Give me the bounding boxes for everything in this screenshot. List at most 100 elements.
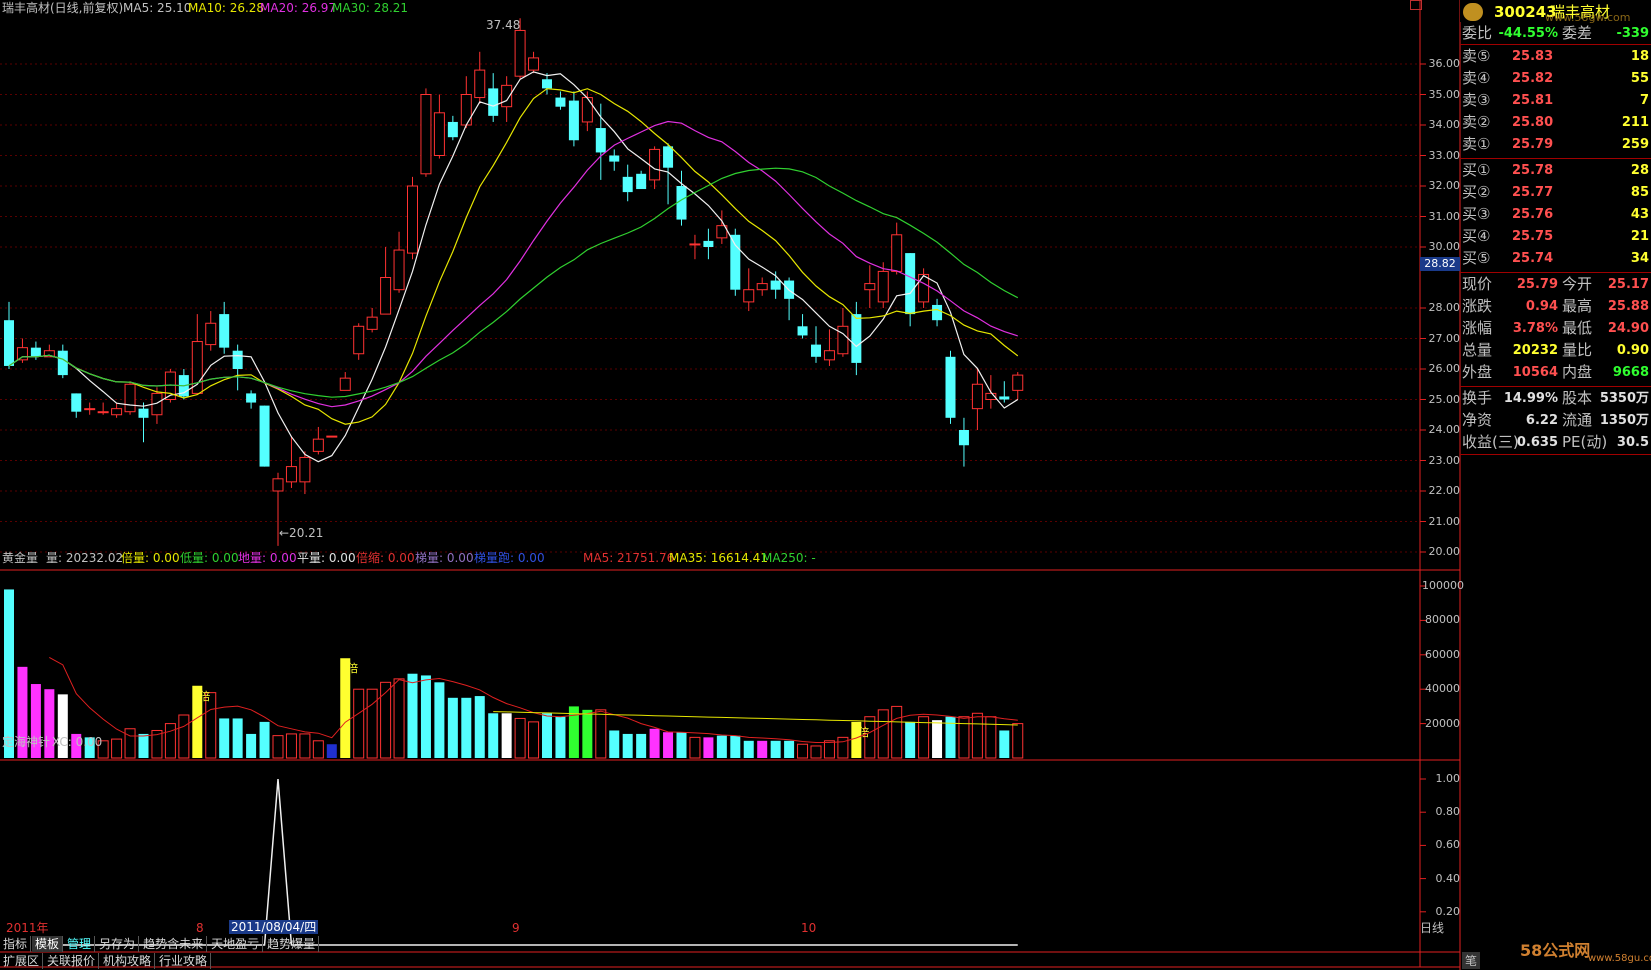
quote-divider xyxy=(1460,386,1651,387)
bid-label: 买⑤ xyxy=(1462,249,1491,267)
candle-body xyxy=(433,112,445,157)
price-tick-label: 30.00 xyxy=(1428,240,1461,253)
candle-body xyxy=(864,283,876,291)
bid-volume: 21 xyxy=(1630,229,1649,244)
ground-volume: 地量: 0.00 xyxy=(238,551,297,565)
ma5-label: MA5: 25.10 xyxy=(123,1,192,15)
pen-button[interactable]: 笔 xyxy=(1462,952,1481,969)
candle-body xyxy=(219,314,230,348)
volume-bar xyxy=(4,589,14,758)
candle-body xyxy=(891,234,903,272)
bid-price[interactable]: 25.78 xyxy=(1512,161,1553,180)
indicator-tick-label: 0.20 xyxy=(1435,904,1461,918)
candle-body xyxy=(514,29,526,77)
candle-body xyxy=(528,57,540,71)
ask-price[interactable]: 25.81 xyxy=(1512,91,1553,110)
volume-bar xyxy=(810,745,822,759)
bid-volume: 85 xyxy=(1630,185,1649,200)
candle-body xyxy=(339,377,351,391)
volume-bar xyxy=(823,740,835,759)
indicator-tick-label: 0.60 xyxy=(1435,838,1461,852)
tab-tabs_row1-5[interactable]: 天地盈亏 xyxy=(208,936,264,952)
ladder-run-volume: 梯量跑: 0.00 xyxy=(474,551,545,565)
volume-bar xyxy=(770,740,781,758)
volume-bar xyxy=(380,681,392,759)
ma30-label: MA30: 28.21 xyxy=(332,1,409,15)
window-toggle-icon[interactable] xyxy=(1410,0,1422,10)
tab-tabs_row1-1[interactable]: 模板 xyxy=(32,936,64,952)
candle-body xyxy=(945,356,956,418)
candle-body xyxy=(609,155,620,162)
price-tick-label: 21.00 xyxy=(1428,514,1461,528)
volume-bar xyxy=(649,728,660,758)
volume-bar xyxy=(353,688,365,759)
tab-tabs_row2-1[interactable]: 关联报价 xyxy=(44,953,100,969)
volume-bar xyxy=(891,705,903,759)
bid-price[interactable]: 25.77 xyxy=(1512,183,1553,202)
tab-tabs_row1-2[interactable]: 管理 xyxy=(64,936,96,952)
candle-body xyxy=(999,396,1010,400)
ask-label: 卖⑤ xyxy=(1462,47,1491,65)
candle-body xyxy=(918,273,930,303)
tab-tabs_row1-0[interactable]: 指标 xyxy=(0,936,32,952)
candle-body xyxy=(326,435,338,438)
chart-canvas[interactable]: 倍倍倍 xyxy=(0,0,1651,970)
price-tick-label: 24.00 xyxy=(1428,423,1461,436)
ma20-line xyxy=(8,120,1018,408)
tab-tabs_row1-3[interactable]: 另存为 xyxy=(96,936,140,952)
volume-tick-label: 100000 xyxy=(1422,579,1464,592)
volume-bar xyxy=(595,709,607,759)
stat-row-label1: 外盘 xyxy=(1462,363,1493,381)
candle-body xyxy=(111,408,123,416)
candle-body xyxy=(971,383,983,410)
candle-body xyxy=(312,438,324,452)
candle-body xyxy=(823,350,835,361)
volume-indicator-name: 黄金量 xyxy=(2,551,39,565)
ask-volume: 259 xyxy=(1621,137,1649,152)
stat-row-label2: 最低 xyxy=(1562,319,1593,337)
volume-bar xyxy=(555,716,566,758)
candle-body xyxy=(57,350,68,376)
candle-body xyxy=(851,314,862,363)
date-month-10: 10 xyxy=(801,921,817,935)
tab-tabs_row1-6[interactable]: 趋势爆量 xyxy=(264,936,320,952)
bid-price[interactable]: 25.74 xyxy=(1512,249,1553,268)
tab-tabs_row2-3[interactable]: 行业攻略 xyxy=(156,953,212,969)
tab-tabs_row1-4[interactable]: 趋势含未来 xyxy=(140,936,208,952)
volume-bar xyxy=(366,688,378,759)
volume-bar xyxy=(326,744,337,758)
info-label2: 股本 xyxy=(1562,389,1593,407)
tab-tabs_row2-2[interactable]: 机构攻略 xyxy=(100,953,156,969)
candle-body xyxy=(488,88,499,116)
vol-ma35-label: MA35: 16614.41 xyxy=(669,551,768,565)
watermark-bottom: 58公式网 xyxy=(1520,941,1591,960)
ask-price[interactable]: 25.79 xyxy=(1512,135,1553,154)
bid-price[interactable]: 25.76 xyxy=(1512,205,1553,224)
tab-tabs_row2-0[interactable]: 扩展区 xyxy=(0,953,44,969)
price-tick-label: 32.00 xyxy=(1428,179,1461,192)
ask-price[interactable]: 25.82 xyxy=(1512,69,1553,88)
double-shrink-volume: 倍缩: 0.00 xyxy=(356,551,415,565)
ask-label: 卖① xyxy=(1462,135,1491,153)
weibi-row-label2: 委差 xyxy=(1562,24,1593,42)
ask-price[interactable]: 25.80 xyxy=(1512,113,1553,132)
volume-bar xyxy=(743,740,754,758)
stat-row-label1: 涨幅 xyxy=(1462,319,1493,337)
bid-price[interactable]: 25.75 xyxy=(1512,227,1553,246)
volume-bar xyxy=(420,675,431,758)
candle-body xyxy=(259,405,270,467)
indicator-tick-label: 1.00 xyxy=(1435,772,1461,785)
date-year: 2011年 xyxy=(6,921,49,935)
indicator-name: 定海神针 xyxy=(2,735,51,749)
volume-tick-label: 80000 xyxy=(1425,613,1460,627)
info-label2: PE(动) xyxy=(1562,433,1608,451)
ask-price[interactable]: 25.83 xyxy=(1512,47,1553,66)
price-tick-label: 28.00 xyxy=(1428,301,1461,314)
info-label1: 换手 xyxy=(1462,389,1493,407)
ladder-volume: 梯量: 0.00 xyxy=(415,551,474,565)
candle-body xyxy=(756,283,768,291)
price-tick-label: 23.00 xyxy=(1428,453,1461,467)
watermark-url: www.58gu.com xyxy=(1588,953,1651,964)
candle-body xyxy=(285,466,297,483)
bei-volume: 倍量: 0.00 xyxy=(121,551,180,565)
